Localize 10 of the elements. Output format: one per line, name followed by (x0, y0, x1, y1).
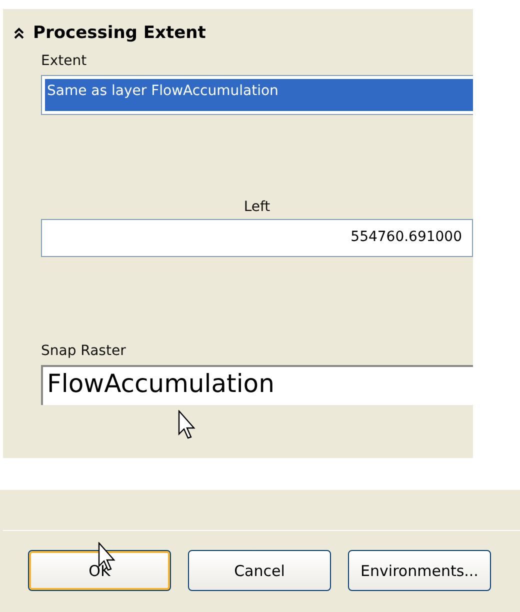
cursor-icon (178, 410, 198, 440)
field-label: Extent (41, 53, 87, 69)
input-field[interactable]: FlowAccumulation (41, 365, 473, 405)
dialog-button[interactable]: Environments... (348, 550, 491, 591)
input-field[interactable]: 554760.691000 (41, 219, 473, 257)
field-label: Snap Raster (41, 343, 126, 359)
dialog-button[interactable]: Cancel (188, 550, 331, 591)
field-label: Left (244, 199, 270, 215)
chevron-icon[interactable] (13, 27, 25, 39)
section-title: Processing Extent (33, 23, 206, 43)
